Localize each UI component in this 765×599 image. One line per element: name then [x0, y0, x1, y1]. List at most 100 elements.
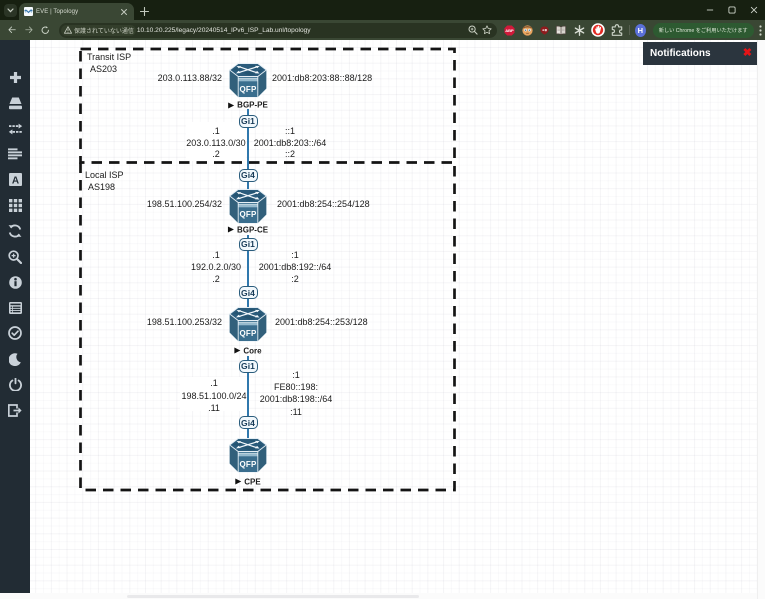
lines-icon: [8, 148, 22, 160]
sidebar-dark-mode-button[interactable]: [0, 348, 30, 370]
interface-badge[interactable]: Gi1: [239, 238, 258, 251]
sidebar-connections-button[interactable]: [0, 118, 30, 140]
group-as-number: AS198: [85, 181, 124, 193]
power-icon: [9, 378, 22, 391]
vertical-scrollbar[interactable]: [757, 40, 765, 599]
interface-badge[interactable]: Gi1: [239, 360, 258, 373]
group-boxes-layer: [30, 40, 757, 593]
node-platform-label: QFP: [229, 329, 267, 338]
node-name: CPE: [244, 477, 260, 486]
warning-triangle-icon: [64, 26, 72, 34]
list-panel-icon: [9, 302, 22, 314]
sidebar-info-button[interactable]: [0, 271, 30, 293]
address-bar[interactable]: 保護されていない通信 10.10.20.225/legacy/20240514_…: [59, 23, 497, 38]
chrome-update-button[interactable]: 新しい Chrome をご利用いただけます: [653, 23, 754, 38]
interface-badge[interactable]: Gi1: [239, 115, 258, 128]
bookmark-star-icon[interactable]: [480, 23, 494, 37]
tab-close-icon[interactable]: [120, 8, 128, 16]
browser-menu-button[interactable]: [757, 23, 765, 37]
window-minimize-button[interactable]: [699, 0, 721, 20]
tab-search-button[interactable]: [4, 4, 17, 17]
group-title-local: Local ISP AS198: [85, 169, 124, 193]
link1-ipv4-far: .2: [212, 149, 220, 159]
adblock-octagon-icon: ABP: [504, 25, 515, 36]
puzzle-piece-icon: [611, 24, 623, 36]
video-downloader-icon[interactable]: [591, 23, 605, 37]
extensions-puzzle-icon[interactable]: [611, 24, 623, 36]
sidebar-logout-button[interactable]: [0, 399, 30, 421]
zoom-page-icon[interactable]: [466, 23, 480, 37]
sidebar-power-button[interactable]: [0, 374, 30, 396]
sidebar-nodes-button[interactable]: [0, 92, 30, 114]
link3-ipv6-subnet: 2001:db8:198::/64: [260, 394, 333, 404]
node-icon-core[interactable]: [229, 305, 267, 344]
interface-badge[interactable]: Gi4: [239, 416, 258, 429]
group-box-local-isp[interactable]: [81, 163, 455, 491]
running-triangle-icon: [234, 348, 240, 354]
sidebar-shapes-button[interactable]: [0, 143, 30, 165]
group-title-transit: Transit ISP AS203: [87, 51, 131, 75]
node-ipv4-loopback: 198.51.100.254/32: [147, 199, 222, 209]
horizontal-scrollbar[interactable]: [0, 593, 757, 599]
eve-sidebar: A: [0, 40, 30, 593]
horizontal-scrollbar-thumb[interactable]: [127, 595, 419, 599]
forward-button[interactable]: [20, 22, 37, 38]
sidebar-check-button[interactable]: [0, 322, 30, 344]
sidebar-add-object-button[interactable]: [0, 67, 30, 89]
back-button[interactable]: [3, 22, 20, 38]
window-maximize-button[interactable]: [721, 0, 743, 20]
node-icon-bgp-ce[interactable]: [229, 187, 267, 226]
sidebar-text-button[interactable]: A: [0, 169, 30, 191]
browser-tab[interactable]: EVE | Topology: [19, 3, 134, 20]
close-x-icon: [120, 8, 128, 16]
info-icon: [9, 276, 22, 289]
sidebar-status-button[interactable]: [0, 297, 30, 319]
extensions-row: ABP: [503, 23, 623, 37]
back-arrow-icon: [8, 26, 16, 34]
node-icon-bgp-pe[interactable]: [229, 61, 267, 100]
reload-button[interactable]: [37, 22, 54, 38]
sidebar-zoom-button[interactable]: [0, 246, 30, 268]
topology-canvas[interactable]: Transit ISP AS203 Local ISP AS198 .1 203…: [30, 40, 757, 593]
interface-badge[interactable]: Gi4: [239, 169, 258, 182]
node-name: BGP-PE: [237, 101, 268, 110]
node-ipv4-loopback: 198.51.100.253/32: [147, 317, 222, 327]
tab-title: EVE | Topology: [36, 9, 78, 15]
interface-badge[interactable]: Gi4: [239, 286, 258, 299]
browser-titlebar: EVE | Topology: [0, 0, 765, 20]
node-ipv6-loopback: 2001:db8:254::254/128: [277, 199, 370, 209]
link1-ipv4-subnet: 203.0.113.0/30: [186, 138, 245, 148]
link1-ipv6-near: ::1: [285, 126, 295, 136]
face-icon: [522, 25, 533, 36]
server-drive-icon: [8, 97, 23, 110]
link3-ipv6-near: :1: [292, 370, 300, 380]
sidebar-grid-button[interactable]: [0, 194, 30, 216]
node-ipv4-loopback: 203.0.113.88/32: [158, 73, 222, 83]
link3-ipv4-far: .11: [208, 403, 220, 413]
book-icon[interactable]: [555, 24, 567, 36]
eve-favicon-graphic: [24, 7, 33, 16]
snowflake-icon[interactable]: [573, 24, 585, 36]
adblock-plus-icon[interactable]: ABP: [503, 24, 515, 36]
new-tab-button[interactable]: [138, 5, 150, 17]
node-platform-label: QFP: [229, 85, 267, 94]
star-outline-icon: [482, 25, 492, 35]
reload-icon: [41, 26, 50, 35]
refresh-icon: [8, 224, 22, 238]
face-avatar-icon[interactable]: [521, 24, 533, 36]
node-icon-cpe[interactable]: [229, 436, 267, 475]
link2-ipv6-subnet: 2001:db8:192::/64: [259, 262, 332, 272]
profile-avatar[interactable]: H: [635, 24, 646, 37]
red-badge-icon[interactable]: [539, 25, 549, 35]
link3-ipv4-subnet: 198.51.100.0/24: [181, 391, 246, 401]
node-platform-label: QFP: [229, 210, 267, 219]
security-warning-chip[interactable]: 保護されていない通信: [61, 25, 136, 36]
maximize-icon: [728, 6, 736, 14]
notifications-close-icon[interactable]: ✖: [743, 48, 752, 59]
eve-favicon-icon: [24, 7, 34, 16]
node-label-bgp-pe: BGP-PE: [228, 101, 268, 110]
running-triangle-icon: [228, 102, 234, 108]
group-as-number: AS203: [87, 63, 131, 75]
sidebar-refresh-button[interactable]: [0, 220, 30, 242]
window-close-button[interactable]: [743, 0, 765, 20]
